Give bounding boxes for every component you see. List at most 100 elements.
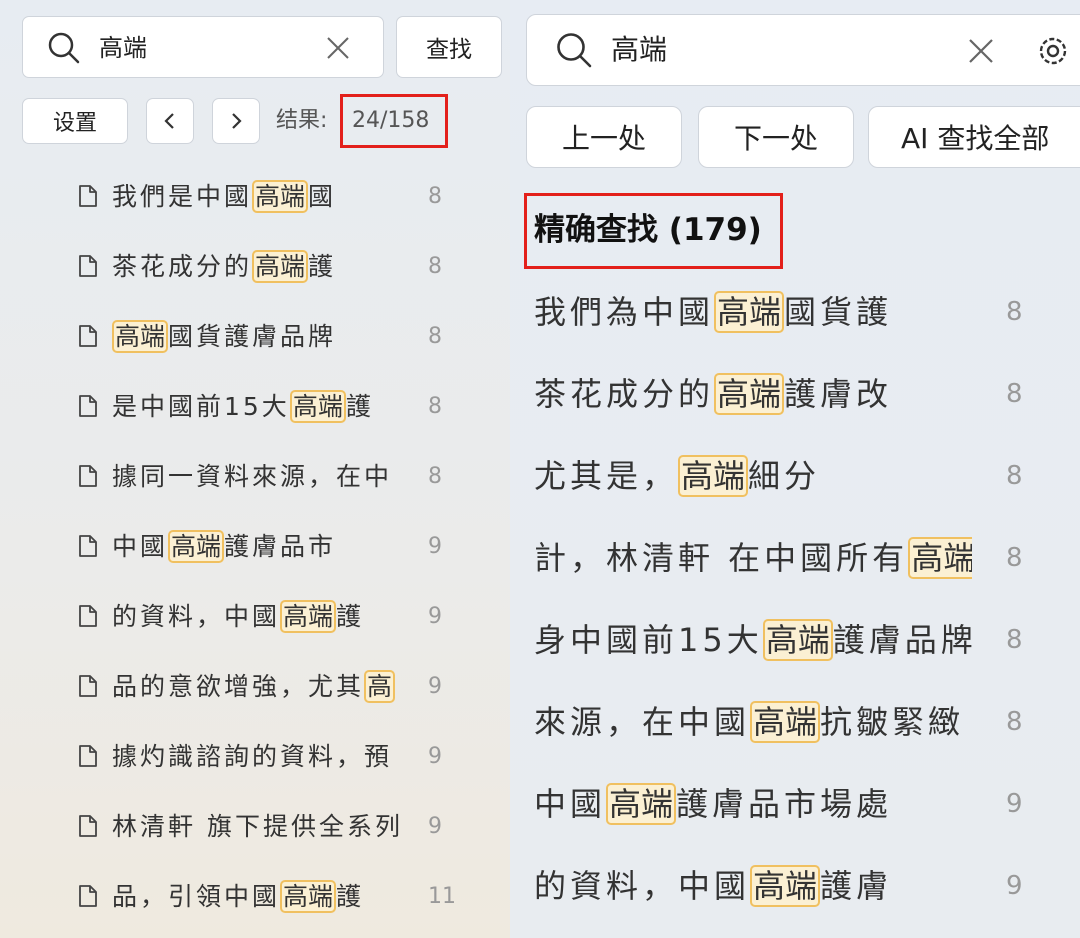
prev-result-button[interactable] (146, 98, 194, 144)
result-count: 8 (1006, 625, 1023, 655)
result-snippet: 據同一資料來源，在中 (112, 460, 402, 494)
result-row[interactable]: 我們為中國高端國貨護 8 (510, 272, 1080, 354)
result-count: 8 (1006, 461, 1023, 491)
match-highlight: 高端 (280, 880, 337, 913)
result-row[interactable]: 茶花成分的 高端護 8 (0, 236, 510, 306)
result-row[interactable]: 身中國前15大高端護膚品牌 8 (510, 600, 1080, 682)
result-snippet: 中國 高端 護膚品市 (112, 530, 402, 564)
result-row[interactable]: 高端 國貨護膚品牌 8 (0, 306, 510, 376)
result-snippet: 的資料，中國 高端護 (112, 600, 402, 634)
result-count: 9 (428, 604, 442, 629)
result-row[interactable]: 據灼識諮詢的資料，預 9 (0, 726, 510, 796)
context-before: 林清軒 旗下提供全系列 (112, 812, 402, 841)
result-snippet: 的資料，中國高端護膚 (534, 864, 972, 908)
result-row[interactable]: 品的意欲增強，尤其高 9 (0, 656, 510, 726)
match-highlight: 高端 (252, 180, 309, 213)
result-count: 8 (428, 254, 442, 279)
result-row[interactable]: 茶花成分的高端護膚改 8 (510, 354, 1080, 436)
result-snippet: 據灼識諮詢的資料，預 (112, 740, 402, 774)
match-highlight: 高端 (289, 390, 346, 423)
context-before: 品的意欲增強，尤其 (112, 672, 365, 701)
result-snippet: 計，林清軒 在中國所有高端國 (534, 536, 972, 580)
left-results-list: 我們是中國 高端國 8 茶花成分的 高端護 8 高端 國貨護膚品牌 8 是中國前15大 高端護 8 據同… (0, 166, 510, 938)
match-highlight: 高端 (112, 320, 169, 353)
match-highlight: 高端 (678, 455, 749, 497)
context-after: 細分 (748, 457, 821, 495)
match-highlight: 高端 (714, 373, 785, 415)
document-icon (79, 605, 97, 627)
result-row[interactable]: 的資料，中國高端護膚 9 (510, 846, 1080, 928)
result-row[interactable]: 中國高端護膚品市場處 9 (510, 764, 1080, 846)
find-button[interactable]: 查找 (396, 16, 502, 78)
context-before: 據同一資料來源，在中 (112, 462, 393, 491)
right-search-panel: 高端 上一处 下一处 AI 查找全部 精确查找 (179) 我們為中國高端國貨護… (510, 0, 1080, 938)
result-snippet: 是中國前15大 高端護 (112, 390, 402, 424)
prev-match-button[interactable]: 上一处 (526, 106, 682, 168)
context-before: 品，引領中國 (112, 882, 281, 911)
match-highlight: 高端 (280, 600, 337, 633)
result-count: 8 (1006, 543, 1023, 573)
context-after: 護膚品市場處 (676, 785, 893, 823)
section-title-annotation (524, 193, 783, 269)
clear-icon[interactable] (325, 35, 351, 61)
result-row[interactable]: 品，引領中國 高端護 11 (0, 866, 510, 936)
result-snippet: 我們為中國高端國貨護 (534, 290, 972, 334)
context-after: 護膚改 (784, 375, 893, 413)
result-count: 8 (1006, 707, 1023, 737)
result-row[interactable]: 的資料，中國 高端護 9 (0, 586, 510, 656)
result-snippet: 尤其是，高端細分 (534, 454, 972, 498)
result-row[interactable]: 林清軒 旗下提供全系列 9 (0, 796, 510, 866)
match-highlight: 高端 (750, 865, 821, 907)
result-count: 9 (428, 674, 442, 699)
context-before: 的資料，中國 (534, 867, 751, 905)
context-before: 的資料，中國 (112, 602, 281, 631)
result-row[interactable]: 據同一資料來源，在中 8 (0, 446, 510, 516)
left-search-box[interactable]: 高端 (22, 16, 384, 78)
result-row[interactable]: 尤其是，高端細分 8 (510, 436, 1080, 518)
result-row[interactable]: 我們是中國 高端國 8 (0, 166, 510, 236)
result-snippet: 品的意欲增強，尤其高 (112, 670, 402, 704)
match-highlight: 高端 (762, 619, 833, 661)
result-label: 结果: (276, 108, 328, 133)
document-icon (79, 815, 97, 837)
result-snippet: 品，引領中國 高端護 (112, 880, 402, 914)
context-after: 護 (345, 392, 374, 421)
result-snippet: 來源，在中國高端抗皺緊緻 (534, 700, 972, 744)
context-after: 護膚品市 (224, 532, 337, 561)
result-count: 9 (1006, 871, 1023, 901)
left-search-panel: 高端 查找 设置 结果: 24/158 我們是中國 高端國 8 茶花成分的 高端護 8 高端… (0, 0, 510, 938)
result-row[interactable]: 來源，在中國高端抗皺緊緻 8 (510, 682, 1080, 764)
context-before: 據灼識諮詢的資料，預 (112, 742, 393, 771)
result-row[interactable]: 是中國前15大 高端護 8 (0, 376, 510, 446)
result-count: 8 (1006, 379, 1023, 409)
result-count: 8 (428, 464, 442, 489)
context-before: 來源，在中國 (534, 703, 751, 741)
clear-icon[interactable] (967, 37, 995, 65)
context-before: 我們是中國 (112, 182, 253, 211)
search-icon (48, 32, 80, 64)
document-icon (79, 325, 97, 347)
context-before: 中國 (534, 785, 607, 823)
context-before: 尤其是， (534, 457, 679, 495)
settings-button[interactable]: 设置 (22, 98, 128, 144)
result-snippet: 中國高端護膚品市場處 (534, 782, 972, 826)
result-row[interactable]: 計，林清軒 在中國所有高端國 8 (510, 518, 1080, 600)
context-after: 國 (308, 182, 337, 211)
result-row[interactable]: 中國 高端 護膚品市 9 (0, 516, 510, 586)
document-icon (79, 465, 97, 487)
match-highlight: 高端 (606, 783, 677, 825)
match-highlight: 高端 (750, 701, 821, 743)
document-icon (79, 185, 97, 207)
right-search-box[interactable]: 高端 (526, 14, 1080, 86)
match-highlight: 高端 (714, 291, 785, 333)
result-count: 9 (428, 814, 442, 839)
result-count: 8 (1006, 297, 1023, 327)
match-highlight: 高端 (908, 537, 972, 579)
gear-icon[interactable] (1035, 33, 1071, 69)
next-match-button[interactable]: 下一处 (698, 106, 854, 168)
next-result-button[interactable] (212, 98, 260, 144)
ai-find-all-button[interactable]: AI 查找全部 (868, 106, 1080, 168)
right-results-list: 我們為中國高端國貨護 8 茶花成分的高端護膚改 8 尤其是，高端細分 8 計，林清軒 在中國… (510, 272, 1080, 938)
context-before: 茶花成分的 (534, 375, 715, 413)
result-snippet: 茶花成分的高端護膚改 (534, 372, 972, 416)
